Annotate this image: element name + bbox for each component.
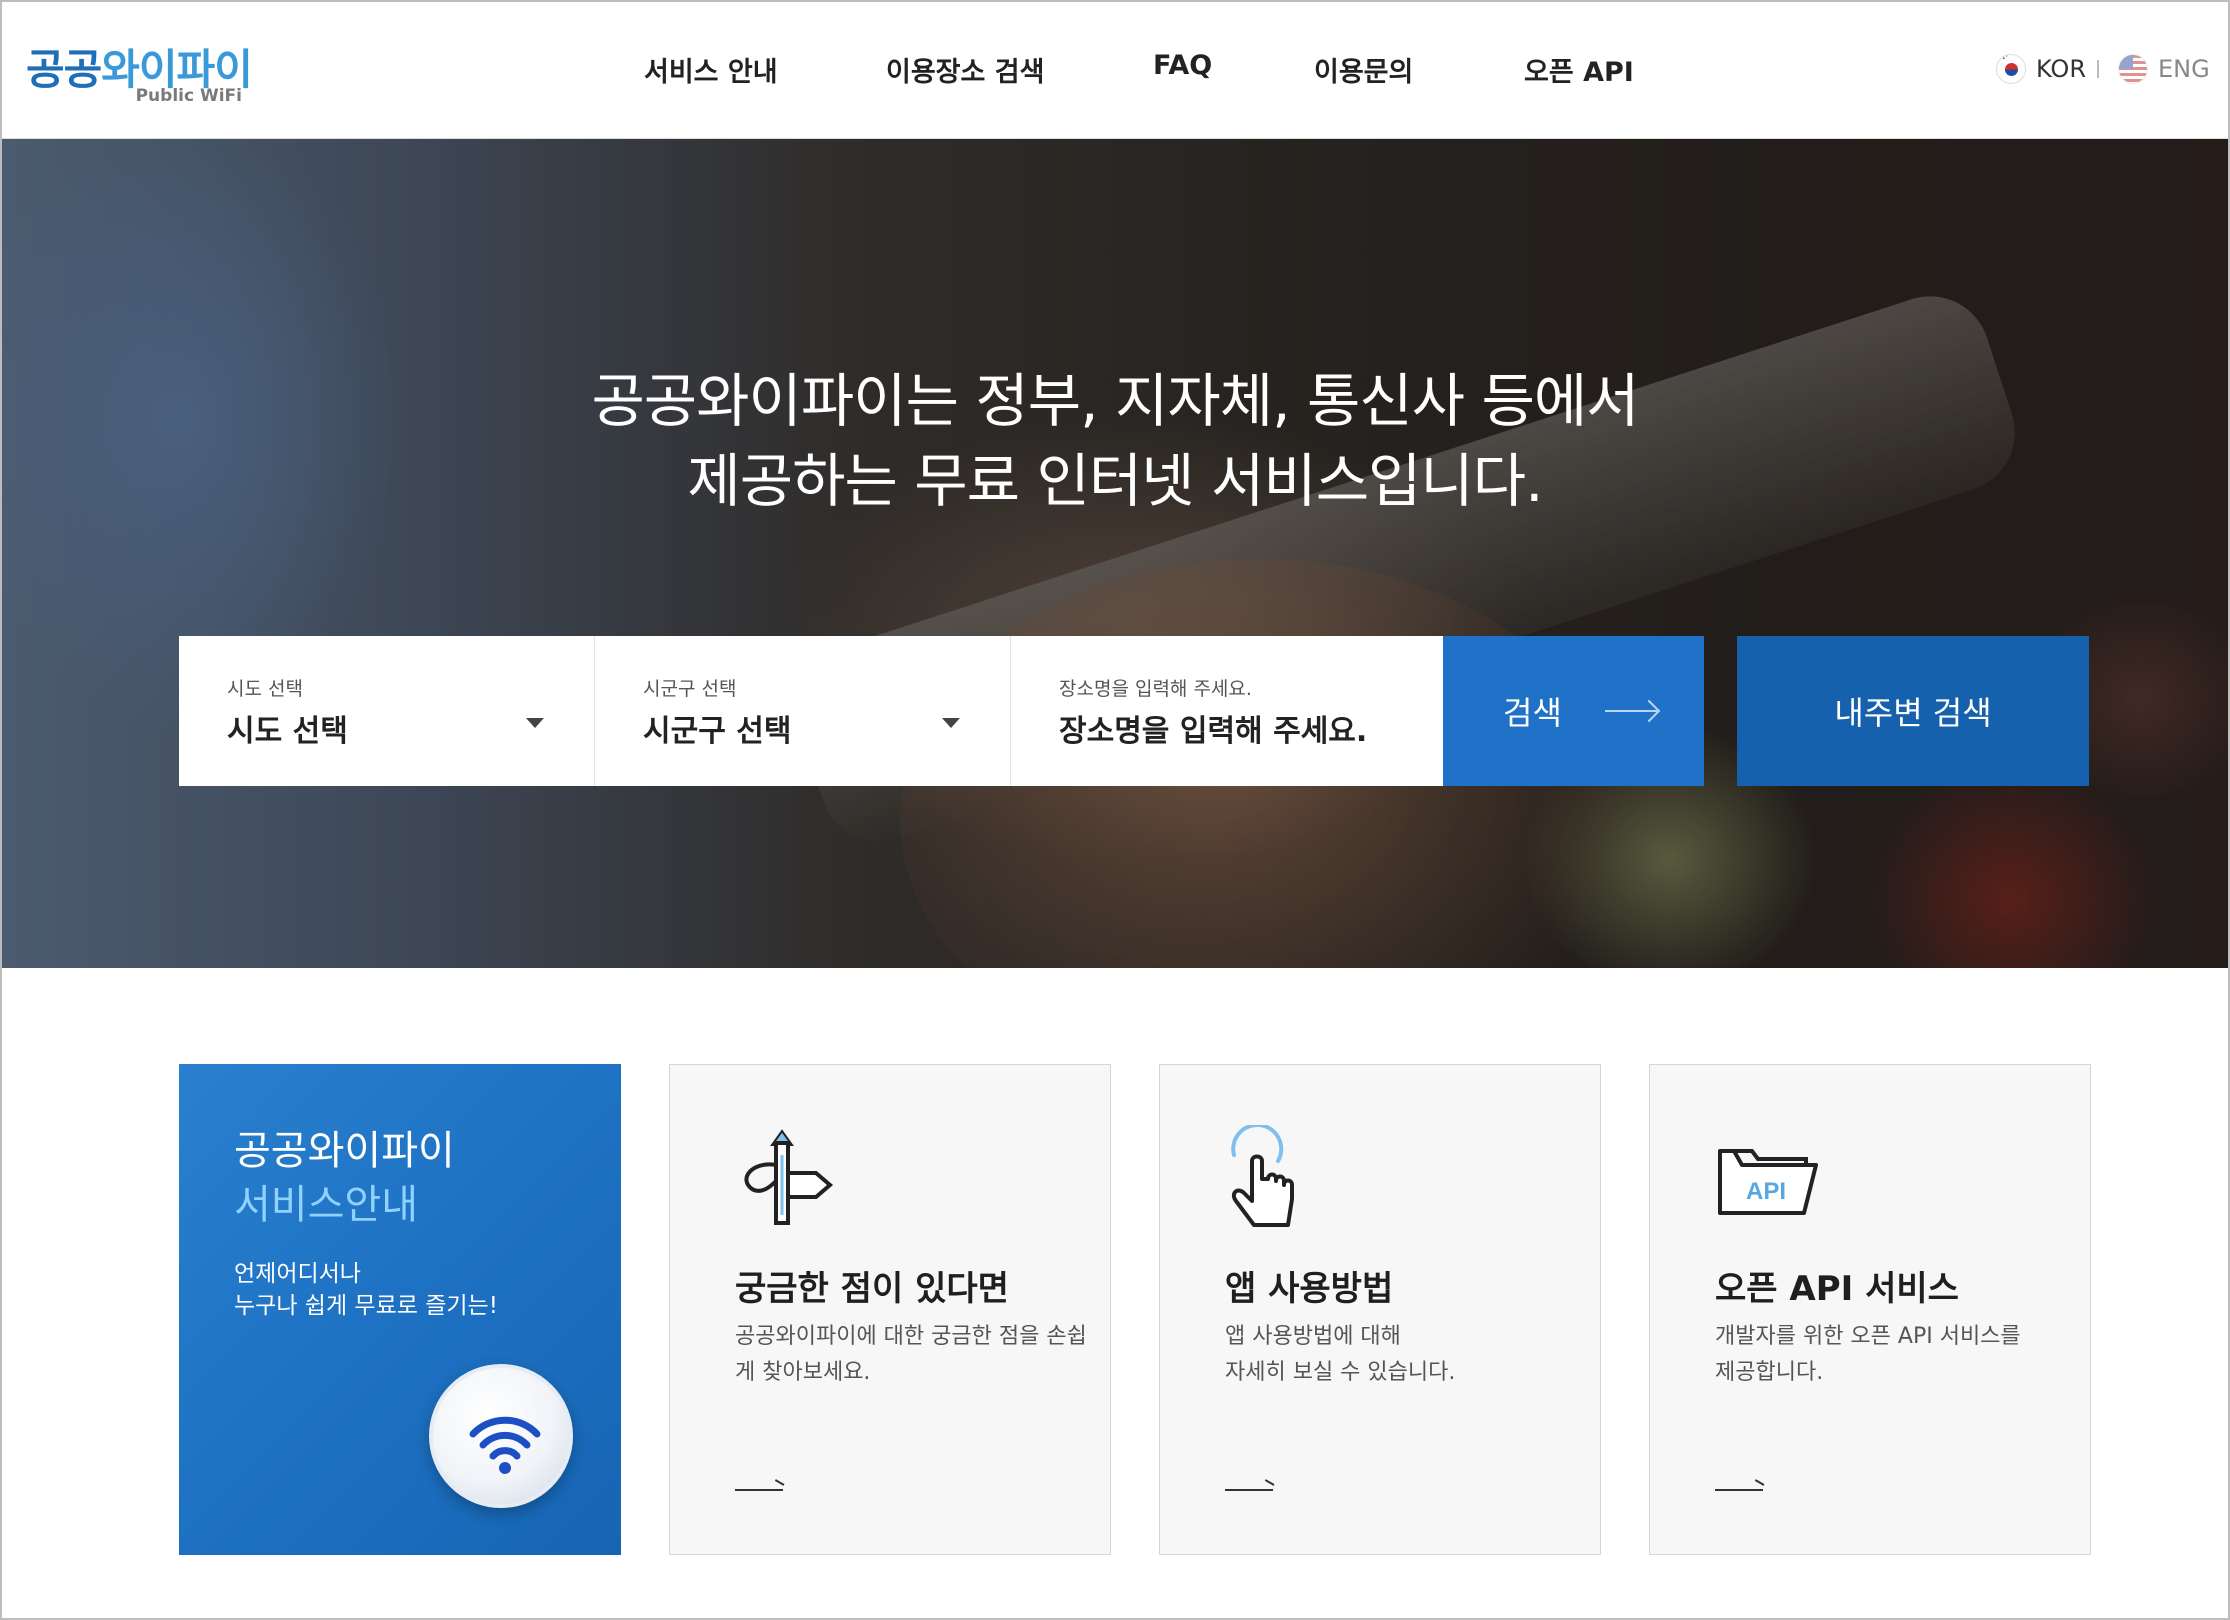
app-usage-card[interactable]: 앱 사용방법 앱 사용방법에 대해 자세히 보실 수 있습니다. [1159,1064,1601,1555]
place-name-value: 장소명을 입력해 주세요. [1059,714,1368,749]
faq-card-body: 공공와이파이에 대한 궁금한 점을 손쉽게 찾아보세요. [735,1324,1087,1385]
nav-location-search[interactable]: 이용장소 검색 [886,50,1044,89]
divider [594,636,595,786]
nav-faq[interactable]: FAQ [1153,50,1212,81]
sigungu-select-value: 시군구 선택 [643,714,792,749]
hero-banner: 공공와이파이는 정부, 지자체, 통신사 등에서 제공하는 무료 인터넷 서비스… [0,139,2230,968]
lang-kor-button[interactable]: KOR [1996,52,2086,86]
divider [1010,636,1011,786]
lang-divider [2097,60,2099,78]
chevron-down-icon [942,718,960,728]
api-card-body: 개발자를 위한 오픈 API 서비스를 제공합니다. [1715,1324,2021,1385]
sigungu-select-label: 시군구 선택 [643,678,737,700]
faq-card-title: 궁금한 점이 있다면 [735,1269,1009,1309]
lang-kor-label: KOR [2036,55,2086,83]
open-api-card[interactable]: API 오픈 API 서비스 개발자를 위한 오픈 API 서비스를 제공합니다… [1649,1064,2091,1555]
tap-hand-icon [1222,1122,1332,1235]
app-card-title: 앱 사용방법 [1225,1269,1394,1309]
korea-flag-icon [1996,54,2026,84]
place-name-label: 장소명을 입력해 주세요. [1059,678,1252,700]
nav-open-api[interactable]: 오픈 API [1524,50,1634,89]
app-card-body: 앱 사용방법에 대해 자세히 보실 수 있습니다. [1225,1324,1456,1385]
arrow-right-icon [1605,710,1657,712]
service-card-description: 언제어디서나 누구나 쉽게 무료로 즐기는! [234,1261,498,1319]
site-header: 공공와이파이 Public WiFi 서비스 안내 이용장소 검색 FAQ 이용… [0,0,2230,139]
wifi-icon [469,1416,541,1474]
api-card-title: 오픈 API 서비스 [1715,1269,1959,1309]
svg-text:API: API [1746,1178,1786,1205]
direction-sign-icon [732,1125,842,1235]
arrow-right-icon [1225,1489,1273,1491]
service-card-title: 공공와이파이 서비스안내 [234,1128,455,1228]
arrow-right-icon [735,1489,783,1491]
service-guide-card[interactable]: 공공와이파이 서비스안내 언제어디서나 누구나 쉽게 무료로 즐기는! [179,1064,621,1555]
place-name-input[interactable]: 장소명을 입력해 주세요. 장소명을 입력해 주세요. [1011,636,1443,786]
search-button[interactable]: 검색 [1443,636,1704,786]
nav-service-guide[interactable]: 서비스 안내 [644,50,778,89]
usa-flag-icon [2118,54,2148,84]
lang-eng-label: ENG [2158,55,2210,83]
nearby-search-button[interactable]: 내주변 검색 [1737,636,2089,786]
sido-select-value: 시도 선택 [227,714,348,749]
sido-select-label: 시도 선택 [227,678,303,700]
sido-select[interactable]: 시도 선택 시도 선택 [179,636,594,786]
chevron-down-icon [526,718,544,728]
arrow-right-icon [1715,1489,1763,1491]
wifi-badge [429,1364,573,1508]
hero-headline: 공공와이파이는 정부, 지자체, 통신사 등에서 제공하는 무료 인터넷 서비스… [591,367,1639,515]
sigungu-select[interactable]: 시군구 선택 시군구 선택 [595,636,1010,786]
nav-inquiry[interactable]: 이용문의 [1314,50,1413,89]
folder-api-icon: API [1712,1125,1822,1235]
nearby-search-label: 내주변 검색 [1834,694,1992,732]
faq-card[interactable]: 궁금한 점이 있다면 공공와이파이에 대한 궁금한 점을 손쉽게 찾아보세요. [669,1064,1111,1555]
lang-eng-button[interactable]: ENG [2118,52,2210,86]
main-nav: 서비스 안내 이용장소 검색 FAQ 이용문의 오픈 API [0,50,2230,90]
search-button-label: 검색 [1503,694,1562,732]
